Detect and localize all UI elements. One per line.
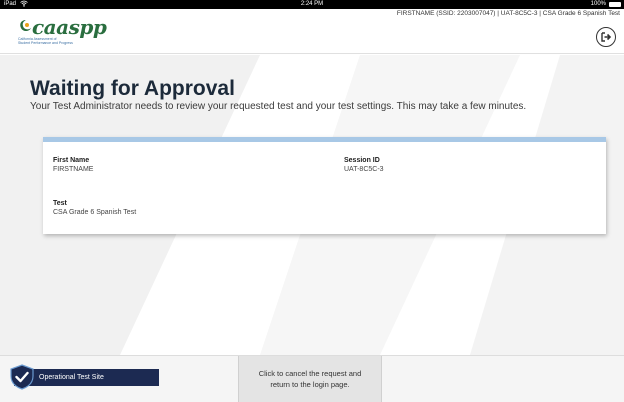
cancel-line-2: return to the login page. [270, 380, 350, 389]
page-title: Waiting for Approval [30, 77, 235, 100]
logout-icon [600, 32, 611, 42]
shield-check-icon [10, 364, 34, 390]
session-id-field: Session ID UAT-8C5C-3 [344, 157, 384, 173]
caaspp-logo: caaspp California Assessment of Student … [18, 15, 118, 49]
app-header: caaspp California Assessment of Student … [0, 9, 624, 54]
test-label: Test [53, 200, 67, 207]
cancel-request-button[interactable]: Click to cancel the request and return t… [238, 356, 382, 402]
first-name-field: First Name FIRSTNAME [53, 157, 93, 173]
page-subtitle: Your Test Administrator needs to review … [30, 101, 527, 112]
battery-icon [609, 2, 621, 7]
status-bar: iPad 2:24 PM 100% [0, 0, 624, 9]
test-value: CSA Grade 6 Spanish Test [53, 209, 137, 216]
cancel-line-1: Click to cancel the request and [258, 369, 362, 378]
session-info: FIRSTNAME (SSID: 2203007047) | UAT-8C5C-… [396, 10, 620, 17]
status-time: 2:24 PM [300, 1, 324, 7]
test-field: Test CSA Grade 6 Spanish Test [53, 200, 136, 216]
logo-wordmark: caaspp [32, 15, 107, 39]
first-name-value: FIRSTNAME [53, 166, 94, 173]
site-label: Operational Test Site [39, 374, 104, 381]
main-content: Waiting for Approval Your Test Administr… [0, 55, 624, 355]
battery-percentage: 100% [590, 1, 606, 7]
test-info-card: First Name FIRSTNAME Session ID UAT-8C5C… [43, 137, 606, 234]
logout-button[interactable] [596, 27, 616, 47]
logo-tagline-2: Student Performance and Progress [18, 41, 73, 45]
footer: Operational Test Site Click to cancel th… [0, 355, 624, 402]
operational-test-site-badge: Operational Test Site [10, 364, 159, 390]
session-id-value: UAT-8C5C-3 [344, 166, 384, 173]
first-name-label: First Name [53, 157, 90, 164]
session-id-label: Session ID [344, 157, 380, 164]
